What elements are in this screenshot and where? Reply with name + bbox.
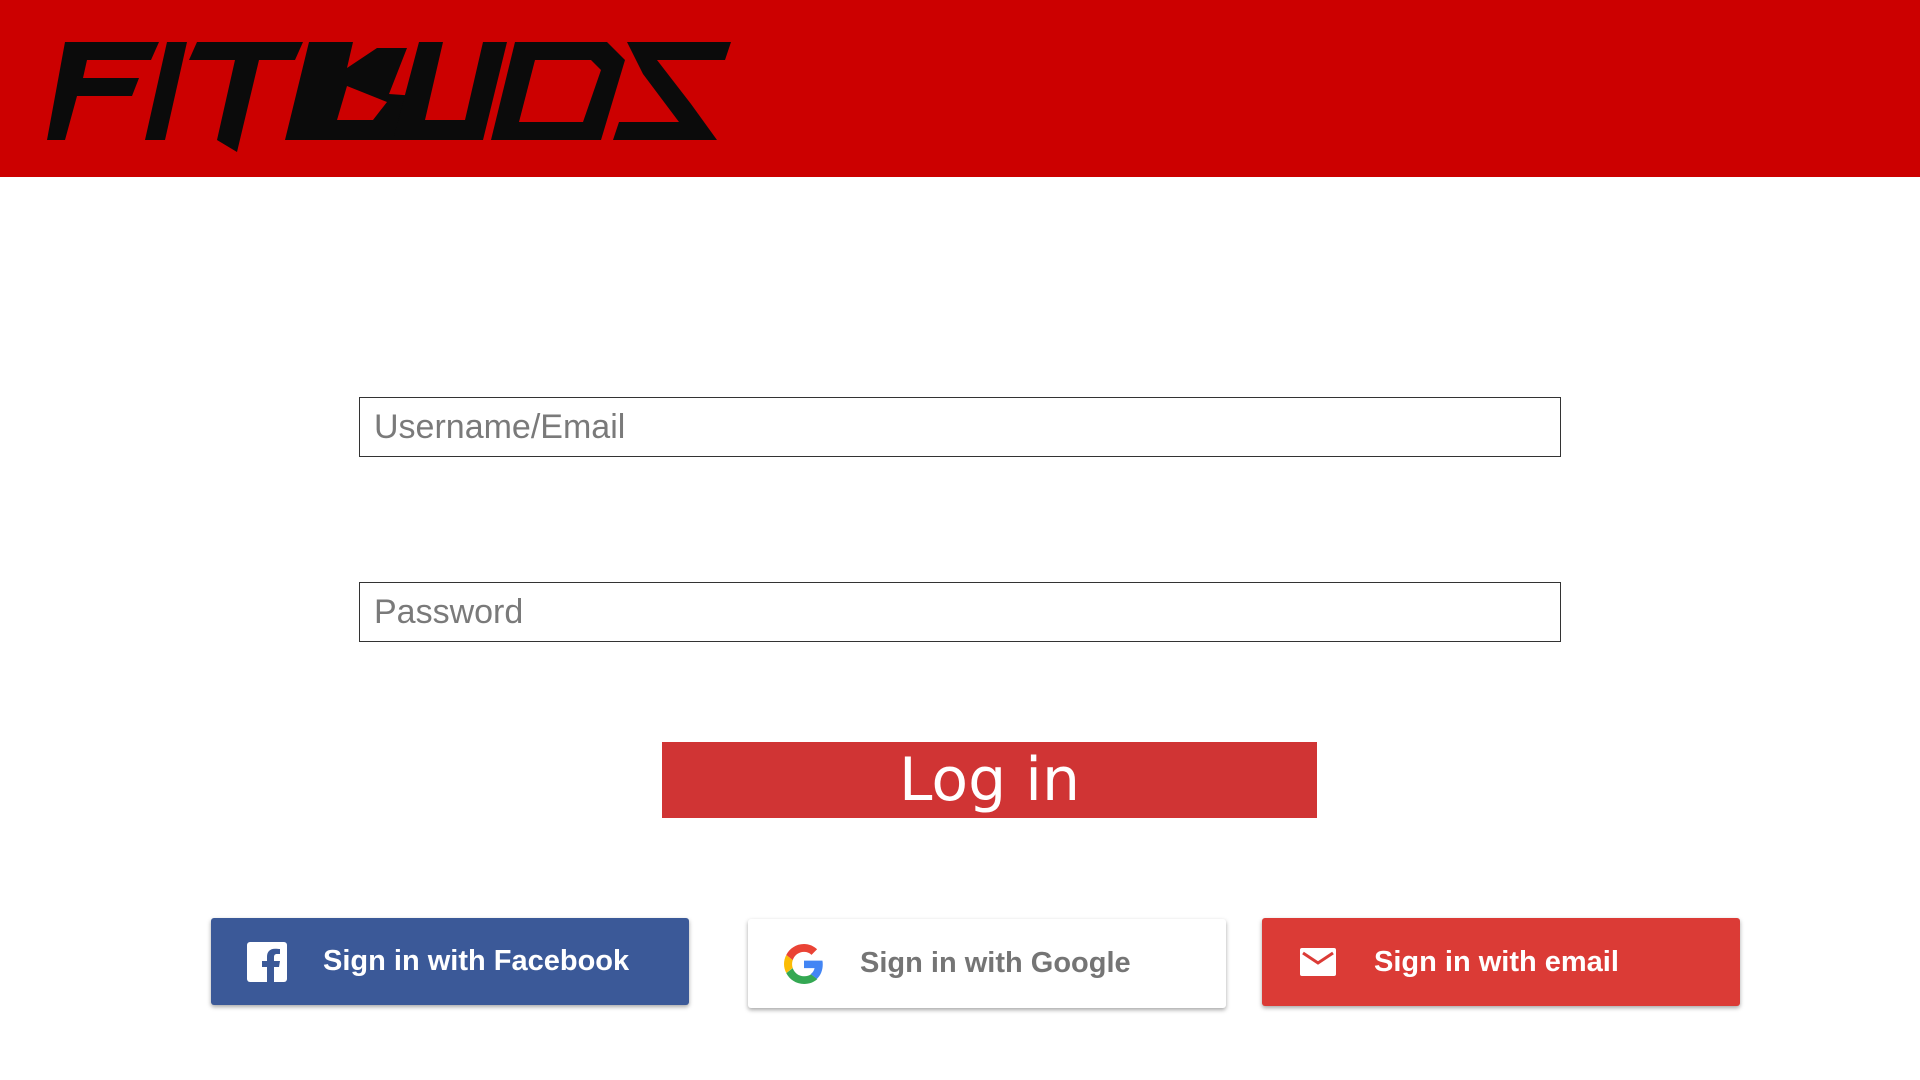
google-label: Sign in with Google xyxy=(860,947,1131,979)
mail-icon xyxy=(1296,940,1340,984)
google-icon xyxy=(782,942,826,986)
password-input[interactable] xyxy=(359,582,1561,642)
fitbuds-logo xyxy=(47,42,731,152)
login-button[interactable]: Log in xyxy=(662,742,1317,818)
facebook-label: Sign in with Facebook xyxy=(323,945,630,977)
facebook-icon xyxy=(245,940,289,984)
sign-in-google-button[interactable]: Sign in with Google xyxy=(748,919,1226,1008)
sign-in-facebook-button[interactable]: Sign in with Facebook xyxy=(211,918,689,1005)
sign-in-email-button[interactable]: Sign in with email xyxy=(1262,918,1740,1006)
username-email-input[interactable] xyxy=(359,397,1561,457)
app-header xyxy=(0,0,1920,177)
email-label: Sign in with email xyxy=(1374,945,1619,978)
